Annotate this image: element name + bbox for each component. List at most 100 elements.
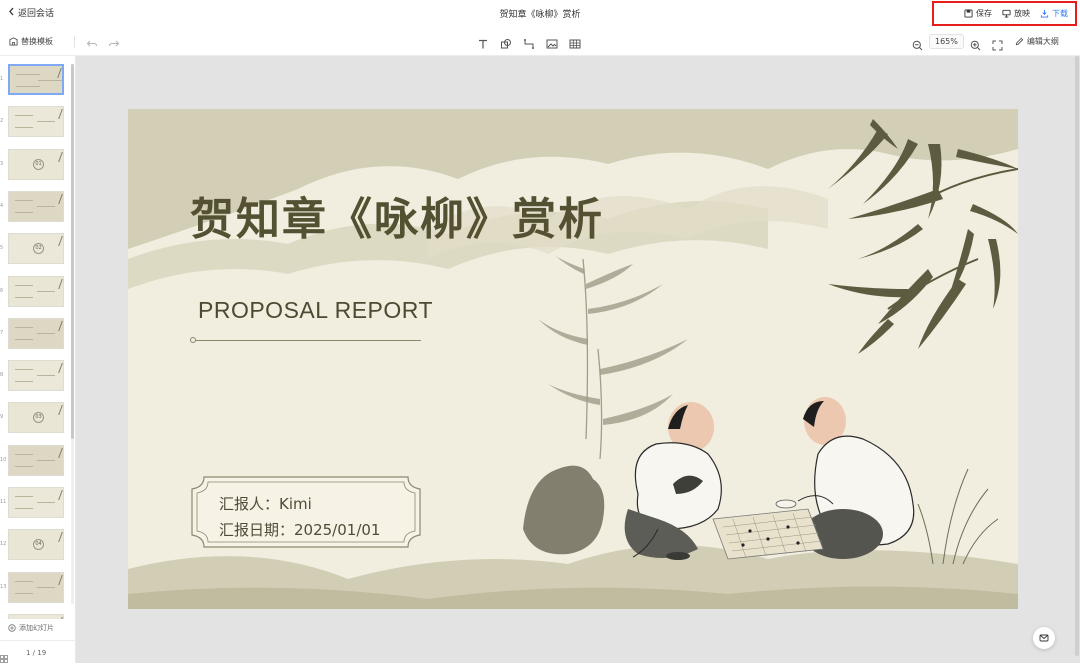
thumbnail-text-line xyxy=(15,285,33,286)
edit-outline-button[interactable]: 编辑大纲 xyxy=(1015,36,1059,47)
thumbnail-text-line xyxy=(15,508,33,509)
thumbnail-bamboo-decor xyxy=(50,279,63,289)
thumbnail-bamboo-decor xyxy=(50,405,63,415)
document-title: 贺知章《咏柳》赏析 xyxy=(499,10,581,20)
thumbnail-text-line xyxy=(37,460,55,461)
thumbnail-text-line xyxy=(15,212,33,213)
redo-icon[interactable] xyxy=(108,35,120,47)
thumbnail-number: 12 xyxy=(0,541,7,547)
feedback-button[interactable] xyxy=(1033,627,1055,649)
shape-icon[interactable] xyxy=(500,35,512,49)
thumbnail-text-line xyxy=(15,454,33,455)
thumbnail-bamboo-decor xyxy=(50,617,63,619)
thumbnail-text-line xyxy=(37,206,55,207)
thumbnail-text-line xyxy=(37,375,55,376)
thumbnail-text-line xyxy=(15,200,33,201)
thumbnail-text-line xyxy=(15,127,33,128)
fullscreen-icon[interactable] xyxy=(992,36,1003,51)
thumbnail-bamboo-decor xyxy=(50,194,63,204)
slide-thumbnail[interactable] xyxy=(8,487,64,518)
slide-title: 贺知章《咏柳》赏析 xyxy=(190,194,604,245)
slide-thumbnail[interactable] xyxy=(8,572,64,603)
toolbar-divider xyxy=(74,36,75,48)
insert-tools xyxy=(477,35,581,49)
thumbnail-bamboo-decor xyxy=(50,532,63,542)
thumbnail-text-line xyxy=(15,496,33,497)
thumbnail-number: 2 xyxy=(0,118,4,124)
slide-thumbnail[interactable] xyxy=(8,276,64,307)
slide-thumbnail[interactable]: 04 xyxy=(8,529,64,560)
replace-template-label: 替换模板 xyxy=(21,37,53,46)
line-icon[interactable] xyxy=(523,35,535,49)
slide-thumbnail-panel: 123014502678903101112041314 添加幻灯片 1 / 19 xyxy=(0,56,76,663)
zoom-in-icon[interactable] xyxy=(970,36,981,51)
thumbnail-number: 11 xyxy=(0,499,7,505)
thumbnail-text-line xyxy=(15,466,33,467)
thumbnail-number: 3 xyxy=(0,161,4,167)
text-icon[interactable] xyxy=(477,35,489,49)
slide-thumbnail[interactable] xyxy=(8,191,64,222)
thumbnail-number: 13 xyxy=(0,584,7,590)
thumbnail-text-line xyxy=(15,581,33,582)
thumbnail-text-line xyxy=(15,593,33,594)
save-button[interactable]: 保存 xyxy=(964,8,992,19)
thumbnail-number: 6 xyxy=(0,288,4,294)
table-icon[interactable] xyxy=(569,35,581,49)
thumbnail-number: 9 xyxy=(0,414,4,420)
thumbnail-section-number: 02 xyxy=(33,243,44,254)
plus-circle-icon xyxy=(8,624,16,632)
canvas-scrollbar[interactable] xyxy=(1074,56,1080,656)
thumbnail-text-line xyxy=(15,297,33,298)
slide-thumbnail[interactable]: 01 xyxy=(8,149,64,180)
thumbnail-text-line xyxy=(37,333,55,334)
header-actions: 保存 放映 下载 xyxy=(932,1,1077,26)
image-icon[interactable] xyxy=(546,35,558,49)
slide-thumbnail[interactable]: 03 xyxy=(8,402,64,433)
add-slide-button[interactable]: 添加幻灯片 xyxy=(8,623,54,633)
template-icon xyxy=(9,37,18,46)
slide-thumbnail[interactable]: 02 xyxy=(8,233,64,264)
edit-outline-label: 编辑大纲 xyxy=(1026,37,1059,46)
subtitle-underline-dot xyxy=(190,337,196,343)
zoom-out-icon[interactable] xyxy=(912,36,923,51)
add-slide-label: 添加幻灯片 xyxy=(19,624,54,632)
slide-preview[interactable]: 贺知章《咏柳》赏析 PROPOSAL REPORT 汇报人：Kimi 汇报日期：… xyxy=(128,109,1018,609)
thumbnail-bamboo-decor xyxy=(50,109,63,119)
thumbnail-number: 10 xyxy=(0,457,7,463)
thumbnail-bamboo-decor xyxy=(50,321,63,331)
grid-view-icon[interactable] xyxy=(0,648,8,663)
slide-thumbnail[interactable] xyxy=(8,318,64,349)
slide-thumbnail[interactable] xyxy=(8,64,64,95)
slide-thumbnail[interactable] xyxy=(8,360,64,391)
slide-subtitle: PROPOSAL REPORT xyxy=(198,297,434,323)
thumbnail-section-number: 01 xyxy=(33,159,44,170)
thumbnail-footer: 1 / 19 xyxy=(0,640,75,664)
editor-toolbar: 替换模板 165% 编辑大纲 xyxy=(0,28,1080,56)
thumbnail-text-line xyxy=(37,291,55,292)
thumbnail-text-line xyxy=(15,339,33,340)
mail-icon xyxy=(1039,634,1049,642)
undo-icon[interactable] xyxy=(86,35,98,47)
play-button[interactable]: 放映 xyxy=(1002,8,1030,19)
subtitle-underline xyxy=(194,340,421,341)
thumbnail-text-line xyxy=(38,80,62,81)
slide-thumbnail[interactable] xyxy=(8,445,64,476)
thumbnail-text-line xyxy=(37,502,55,503)
thumbnail-bamboo-decor xyxy=(50,363,63,373)
thumbnail-text-line xyxy=(15,369,33,370)
thumbnail-bamboo-decor xyxy=(50,490,63,500)
thumbnail-scrollbar[interactable] xyxy=(71,64,74,439)
thumbnail-text-line xyxy=(15,381,33,382)
zoom-controls: 165% 编辑大纲 xyxy=(912,34,1059,51)
thumbnail-text-line xyxy=(16,86,40,87)
zoom-level[interactable]: 165% xyxy=(929,34,964,49)
thumbnail-text-line xyxy=(37,121,55,122)
thumbnail-number: 1 xyxy=(0,76,4,82)
replace-template-button[interactable]: 替换模板 xyxy=(9,36,53,47)
thumbnail-bamboo-decor xyxy=(49,68,62,78)
page-counter: 1 / 19 xyxy=(26,649,47,657)
save-icon xyxy=(964,9,973,18)
slide-thumbnail[interactable] xyxy=(8,106,64,137)
slide-thumbnail[interactable] xyxy=(8,614,64,619)
download-button[interactable]: 下载 xyxy=(1040,8,1068,19)
